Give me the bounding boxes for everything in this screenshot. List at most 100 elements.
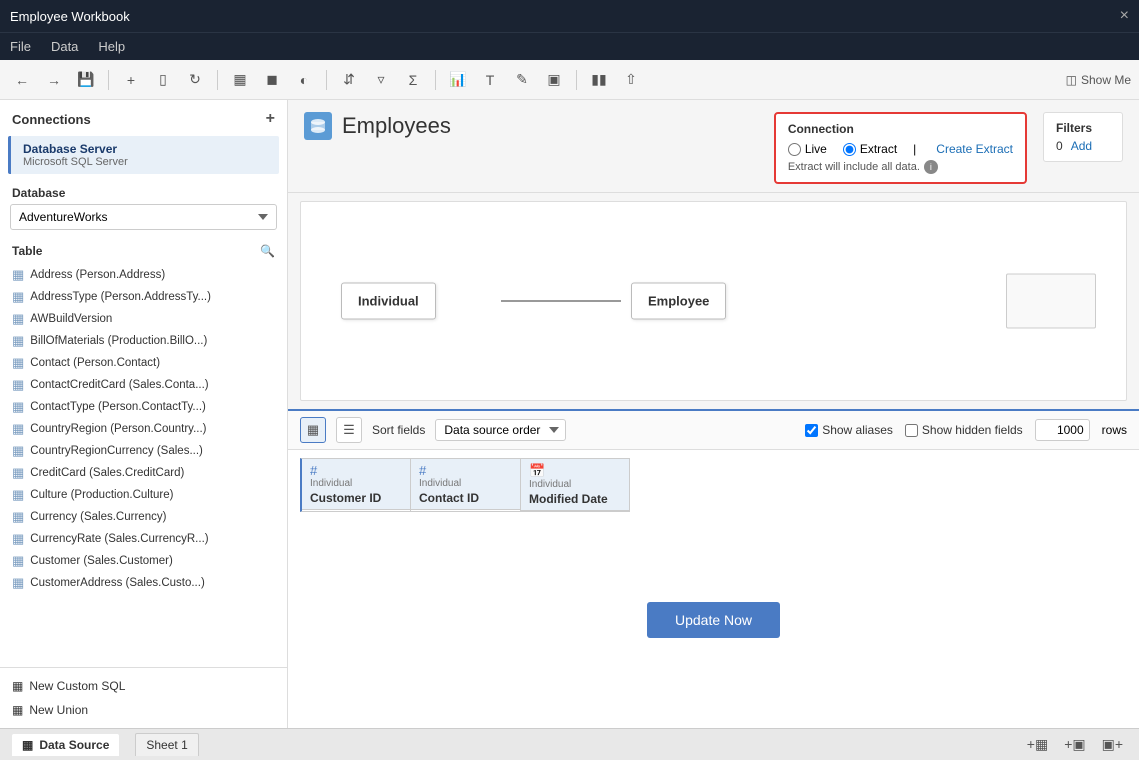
col-name-1: Contact ID [419,489,512,505]
data-source-tab[interactable]: ▦ Data Source [12,734,119,756]
extract-radio[interactable] [843,143,856,156]
grid-button[interactable]: ▦ [226,66,254,94]
bar-chart-button[interactable]: ▮▮ [585,66,613,94]
col-header-1: # Individual Contact ID [411,459,520,510]
main-layout: Connections + Database Server Microsoft … [0,100,1139,728]
grid-view-button[interactable]: ▦ [300,417,326,443]
show-hidden-label: Show hidden fields [922,423,1023,437]
save-button[interactable]: 💾 [72,66,100,94]
menu-help[interactable]: Help [98,39,125,54]
employee-table-card[interactable]: Employee [631,283,726,320]
data-column-0: # Individual Customer ID [300,458,410,512]
list-item[interactable]: ▦Address (Person.Address) [8,264,279,286]
text-button[interactable]: T [476,66,504,94]
extract-radio-option[interactable]: Extract [843,142,897,156]
duplicate-button[interactable]: ▯ [149,66,177,94]
col-type-icon-2: 📅 [529,463,545,479]
new-custom-sql-button[interactable]: ▦ New Custom SQL [8,674,279,698]
add-connection-button[interactable]: + [266,110,275,128]
grid-icon: ▦ [12,267,24,283]
live-radio[interactable] [788,143,801,156]
col-type-row-0: # [310,463,402,478]
col-type-row-1: # [419,463,512,478]
chart-button[interactable]: 📊 [444,66,472,94]
create-extract-link[interactable]: Create Extract [936,142,1013,156]
filter-button[interactable]: ▿ [367,66,395,94]
custom-sql-icon: ▦ [12,679,23,693]
show-hidden-checkbox[interactable] [905,424,918,437]
update-now-button[interactable]: Update Now [647,602,780,638]
filters-add-button[interactable]: Add [1071,139,1092,153]
list-item[interactable]: ▦Contact (Person.Contact) [8,352,279,374]
update-section: Update Now [288,512,1139,728]
cylinder-icon [310,118,326,134]
grid-icon: ▦ [12,531,24,547]
duplicate-sheet-icon[interactable]: ▣+ [1098,734,1127,755]
split-button[interactable]: ◼ [258,66,286,94]
col-type-row-2: 📅 [529,463,621,479]
individual-table-card[interactable]: Individual [341,283,436,320]
toolbar-sep-2 [217,70,218,90]
list-item[interactable]: ▦Currency (Sales.Currency) [8,506,279,528]
show-me-button[interactable]: ◫ Show Me [1066,73,1131,87]
list-item[interactable]: ▦Customer (Sales.Customer) [8,550,279,572]
edit-button[interactable]: ✎ [508,66,536,94]
sort-button[interactable]: ⇵ [335,66,363,94]
col-header-0: # Individual Customer ID [302,459,410,510]
list-item[interactable]: ▦AWBuildVersion [8,308,279,330]
table-header: Table 🔍 [0,238,287,264]
list-item[interactable]: ▦CreditCard (Sales.CreditCard) [8,462,279,484]
add-datasource-button[interactable]: + [117,66,145,94]
list-item[interactable]: ▦ContactCreditCard (Sales.Conta...) [8,374,279,396]
menu-file[interactable]: File [10,39,31,54]
search-icon[interactable]: 🔍 [260,244,275,258]
col-type-icon-0: # [310,463,317,478]
list-item[interactable]: ▦CountryRegionCurrency (Sales...) [8,440,279,462]
sheet-1-tab[interactable]: Sheet 1 [135,733,198,756]
list-item[interactable]: ▦AddressType (Person.AddressTy...) [8,286,279,308]
new-union-button[interactable]: ▦ New Union [8,698,279,722]
forward-button[interactable]: → [40,66,68,94]
aggregate-button[interactable]: Σ [399,66,427,94]
back-button[interactable]: ← [8,66,36,94]
data-column-1: # Individual Contact ID [410,458,520,512]
info-icon[interactable]: i [924,160,938,174]
menu-data[interactable]: Data [51,39,78,54]
new-sheet-icon[interactable]: +▣ [1060,734,1089,755]
show-me-label: Show Me [1081,73,1131,87]
list-view-button[interactable]: ☰ [336,417,362,443]
show-aliases-checkbox-label[interactable]: Show aliases [805,423,893,437]
page-title: Employees [342,115,451,137]
extract-note-text: Extract will include all data. [788,161,920,173]
sidebar: Connections + Database Server Microsoft … [0,100,288,728]
list-item[interactable]: ▦Culture (Production.Culture) [8,484,279,506]
show-aliases-checkbox[interactable] [805,424,818,437]
close-button[interactable]: × [1120,7,1129,25]
share-button[interactable]: ⇧ [617,66,645,94]
list-item[interactable]: ▦CountryRegion (Person.Country...) [8,418,279,440]
rows-label: rows [1102,423,1127,437]
rows-input[interactable] [1035,419,1090,441]
list-item[interactable]: ▦BillOfMaterials (Production.BillO...) [8,330,279,352]
view-button[interactable]: ▣ [540,66,568,94]
grid-toolbar: ▦ ☰ Sort fields Data source orderAlphabe… [288,411,1139,450]
list-item[interactable]: ▦CustomerAddress (Sales.Custo...) [8,572,279,594]
menu-bar: File Data Help [0,32,1139,60]
list-item[interactable]: ▦CurrencyRate (Sales.CurrencyR...) [8,528,279,550]
connection-type: Microsoft SQL Server [23,156,267,168]
new-datasource-icon[interactable]: +▦ [1023,734,1052,755]
database-select[interactable]: AdventureWorks [10,204,277,230]
show-hidden-checkbox-label[interactable]: Show hidden fields [905,423,1023,437]
list-item[interactable]: ▦ContactType (Person.ContactTy...) [8,396,279,418]
live-radio-option[interactable]: Live [788,142,827,156]
connection-item[interactable]: Database Server Microsoft SQL Server [8,136,279,174]
more-button[interactable]: ◐ [290,66,318,94]
title-bar: Employee Workbook × [0,0,1139,32]
col-header-2: 📅 Individual Modified Date [521,459,629,511]
col-name-2: Modified Date [529,490,621,506]
grid-icon: ▦ [12,509,24,525]
live-label: Live [805,142,827,156]
sort-fields-select[interactable]: Data source orderAlphabeticalCustom [435,419,566,441]
refresh-button[interactable]: ↻ [181,66,209,94]
title-group: Employees [304,112,451,140]
